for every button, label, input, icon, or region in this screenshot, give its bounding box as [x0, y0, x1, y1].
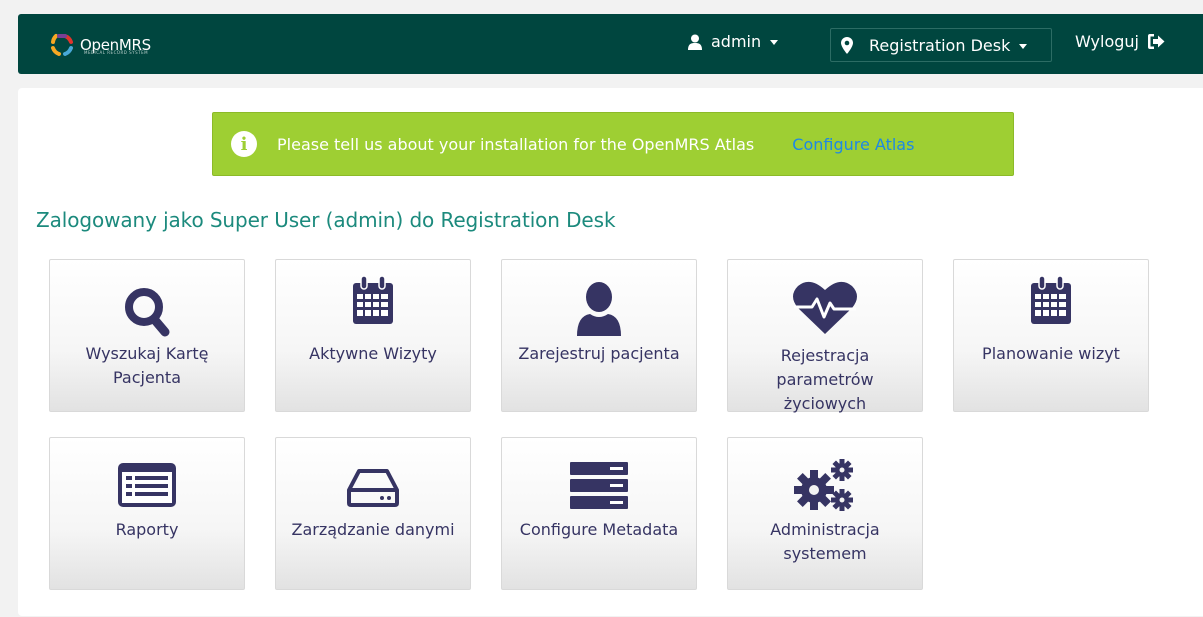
location-name: Registration Desk [869, 35, 1011, 55]
tile-label: Raporty [115, 520, 179, 539]
user-icon [577, 282, 621, 336]
tile-label: Aktywne Wizyty [309, 344, 437, 363]
tile-label: Rejestracja parametrów życiowych [776, 346, 874, 413]
tile-label: Planowanie wizyt [982, 344, 1120, 363]
alert-message: Please tell us about your installation f… [277, 134, 755, 154]
list-icon [118, 463, 176, 507]
app-tile-find-patient[interactable]: Wyszukaj Kartę Pacjenta [49, 259, 245, 412]
user-icon [688, 34, 702, 50]
user-name: admin [711, 32, 762, 51]
calendar-icon [1031, 275, 1071, 324]
tile-label: Configure Metadata [519, 520, 679, 539]
app-tile-appointment-scheduling[interactable]: Planowanie wizyt [953, 259, 1149, 412]
tile-label: Wyszukaj Kartę Pacjenta [85, 344, 209, 387]
tile-label: Administracja systemem [770, 520, 880, 563]
info-icon: i [231, 131, 257, 157]
hdd-icon [347, 469, 399, 507]
configure-atlas-link[interactable]: Configure Atlas [792, 135, 914, 154]
atlas-alert: i Please tell us about your installation… [212, 112, 1014, 176]
server-icon [570, 462, 628, 509]
openmrs-logo-icon [51, 34, 73, 56]
user-menu[interactable]: admin [688, 32, 779, 51]
sign-out-icon [1147, 34, 1165, 49]
app-tile-register-patient[interactable]: Zarejestruj pacjenta [501, 259, 697, 412]
page-title: Zalogowany jako Super User (admin) do Re… [36, 208, 616, 232]
logo-subtext: MEDICAL RECORD SYSTEM [84, 50, 149, 55]
map-marker-icon [841, 36, 853, 54]
logout-link[interactable]: Wyloguj [1075, 32, 1165, 51]
app-tile-capture-vitals[interactable]: Rejestracja parametrów życiowych [727, 259, 923, 413]
tile-label: Zarejestruj pacjenta [518, 344, 680, 363]
calendar-icon [353, 275, 393, 324]
chevron-down-icon [1019, 43, 1028, 49]
cogs-icon [794, 459, 853, 511]
heartbeat-icon [793, 281, 857, 334]
search-icon [125, 288, 170, 337]
app-tile-reports[interactable]: Raporty [49, 437, 245, 590]
app-tile-configure-metadata[interactable]: Configure Metadata [501, 437, 697, 590]
openmrs-logo[interactable]: OpenMRS MEDICAL RECORD SYSTEM [50, 30, 151, 60]
tile-label: Zarządzanie danymi [291, 520, 455, 539]
app-tile-active-visits[interactable]: Aktywne Wizyty [275, 259, 471, 412]
top-navbar: OpenMRS MEDICAL RECORD SYSTEM admin Regi… [18, 14, 1203, 74]
location-selector[interactable]: Registration Desk [830, 28, 1052, 62]
app-tile-data-management[interactable]: Zarządzanie danymi [275, 437, 471, 590]
logout-label: Wyloguj [1075, 32, 1139, 51]
chevron-down-icon [770, 40, 779, 45]
main-panel: i Please tell us about your installation… [18, 88, 1203, 616]
app-tile-system-administration[interactable]: Administracja systemem [727, 437, 923, 590]
